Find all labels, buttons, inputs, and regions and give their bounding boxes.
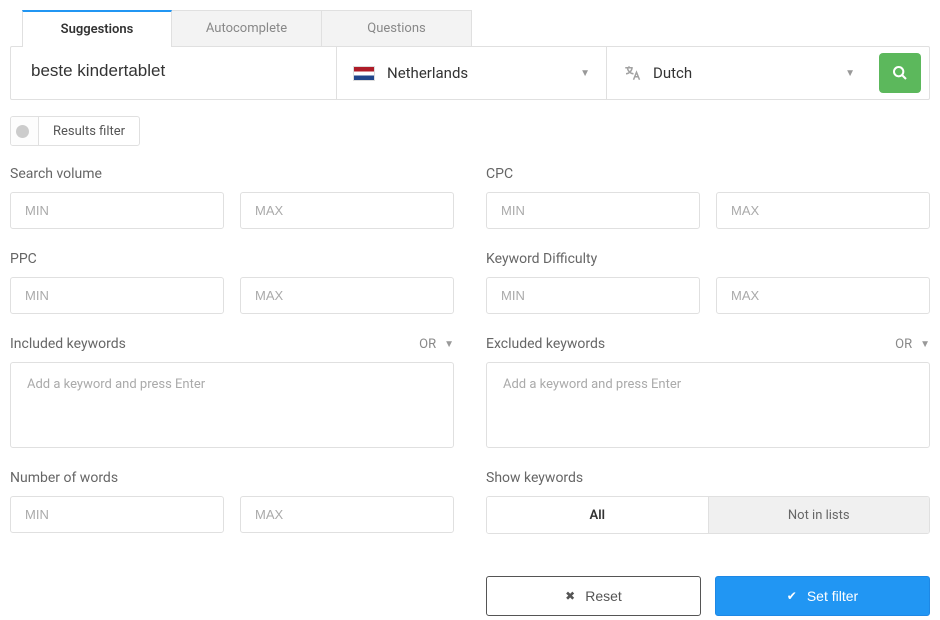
filter-excluded-keywords: Excluded keywords OR ▼ Add a keyword and… xyxy=(486,336,930,448)
language-select[interactable]: Dutch ▼ xyxy=(606,47,871,99)
ppc-min[interactable] xyxy=(10,277,224,314)
included-keywords-input[interactable]: Add a keyword and press Enter xyxy=(10,362,454,448)
filter-label: Included keywords xyxy=(10,336,126,352)
filter-included-keywords: Included keywords OR ▼ Add a keyword and… xyxy=(10,336,454,448)
chevron-down-icon: ▼ xyxy=(444,339,454,350)
excluded-keywords-input[interactable]: Add a keyword and press Enter xyxy=(486,362,930,448)
toggle-knob xyxy=(16,125,29,138)
included-logic-select[interactable]: OR ▼ xyxy=(419,337,454,352)
results-filter-label: Results filter xyxy=(39,124,139,139)
tab-suggestions[interactable]: Suggestions xyxy=(22,10,172,47)
translate-icon xyxy=(623,64,653,82)
keyword-input[interactable] xyxy=(31,61,316,81)
reset-label: Reset xyxy=(585,588,622,604)
filter-label: Keyword Difficulty xyxy=(486,251,930,267)
filter-label: Search volume xyxy=(10,166,454,182)
country-select[interactable]: Netherlands ▼ xyxy=(336,47,606,99)
cpc-max[interactable] xyxy=(716,192,930,229)
kd-max[interactable] xyxy=(716,277,930,314)
ppc-max[interactable] xyxy=(240,277,454,314)
close-icon: ✖ xyxy=(565,589,575,603)
country-label: Netherlands xyxy=(387,64,580,82)
filter-label: Show keywords xyxy=(486,470,930,486)
check-icon: ✔ xyxy=(787,589,797,603)
search-icon xyxy=(892,65,908,81)
chevron-down-icon: ▼ xyxy=(845,68,855,79)
reset-button[interactable]: ✖ Reset xyxy=(486,576,701,616)
filter-show-keywords: Show keywords All Not in lists xyxy=(486,470,930,534)
show-keywords-segmented: All Not in lists xyxy=(486,496,930,534)
search-volume-max[interactable] xyxy=(240,192,454,229)
excluded-logic-select[interactable]: OR ▼ xyxy=(895,337,930,352)
segment-not-in-lists[interactable]: Not in lists xyxy=(708,497,930,533)
filter-cpc: CPC xyxy=(486,166,930,229)
words-min[interactable] xyxy=(10,496,224,533)
segment-all[interactable]: All xyxy=(487,497,708,533)
search-volume-min[interactable] xyxy=(10,192,224,229)
filter-label: Number of words xyxy=(10,470,454,486)
filter-keyword-difficulty: Keyword Difficulty xyxy=(486,251,930,314)
filter-label: Excluded keywords xyxy=(486,336,605,352)
keyword-input-wrap xyxy=(11,47,336,99)
chevron-down-icon: ▼ xyxy=(580,68,590,79)
filter-label: CPC xyxy=(486,166,930,182)
words-max[interactable] xyxy=(240,496,454,533)
tabs: Suggestions Autocomplete Questions xyxy=(22,10,930,47)
cpc-min[interactable] xyxy=(486,192,700,229)
tab-questions[interactable]: Questions xyxy=(322,10,472,47)
flag-icon xyxy=(353,66,375,81)
filter-ppc: PPC xyxy=(10,251,454,314)
tab-autocomplete[interactable]: Autocomplete xyxy=(172,10,322,47)
filter-label: PPC xyxy=(10,251,454,267)
search-button[interactable] xyxy=(879,53,921,93)
language-label: Dutch xyxy=(653,64,845,82)
filter-word-count: Number of words xyxy=(10,470,454,534)
set-filter-button[interactable]: ✔ Set filter xyxy=(715,576,930,616)
chevron-down-icon: ▼ xyxy=(920,339,930,350)
filter-search-volume: Search volume xyxy=(10,166,454,229)
toggle-switch xyxy=(11,116,39,146)
filter-grid: Search volume CPC PPC Keyword Difficulty xyxy=(10,166,930,616)
kd-min[interactable] xyxy=(486,277,700,314)
action-buttons: ✖ Reset ✔ Set filter xyxy=(486,556,930,616)
logic-label: OR xyxy=(895,337,912,352)
filter-toggle-row: Results filter xyxy=(10,116,930,146)
logic-label: OR xyxy=(419,337,436,352)
search-row: Netherlands ▼ Dutch ▼ xyxy=(10,46,930,100)
set-filter-label: Set filter xyxy=(807,588,858,604)
results-filter-toggle[interactable]: Results filter xyxy=(10,116,140,146)
